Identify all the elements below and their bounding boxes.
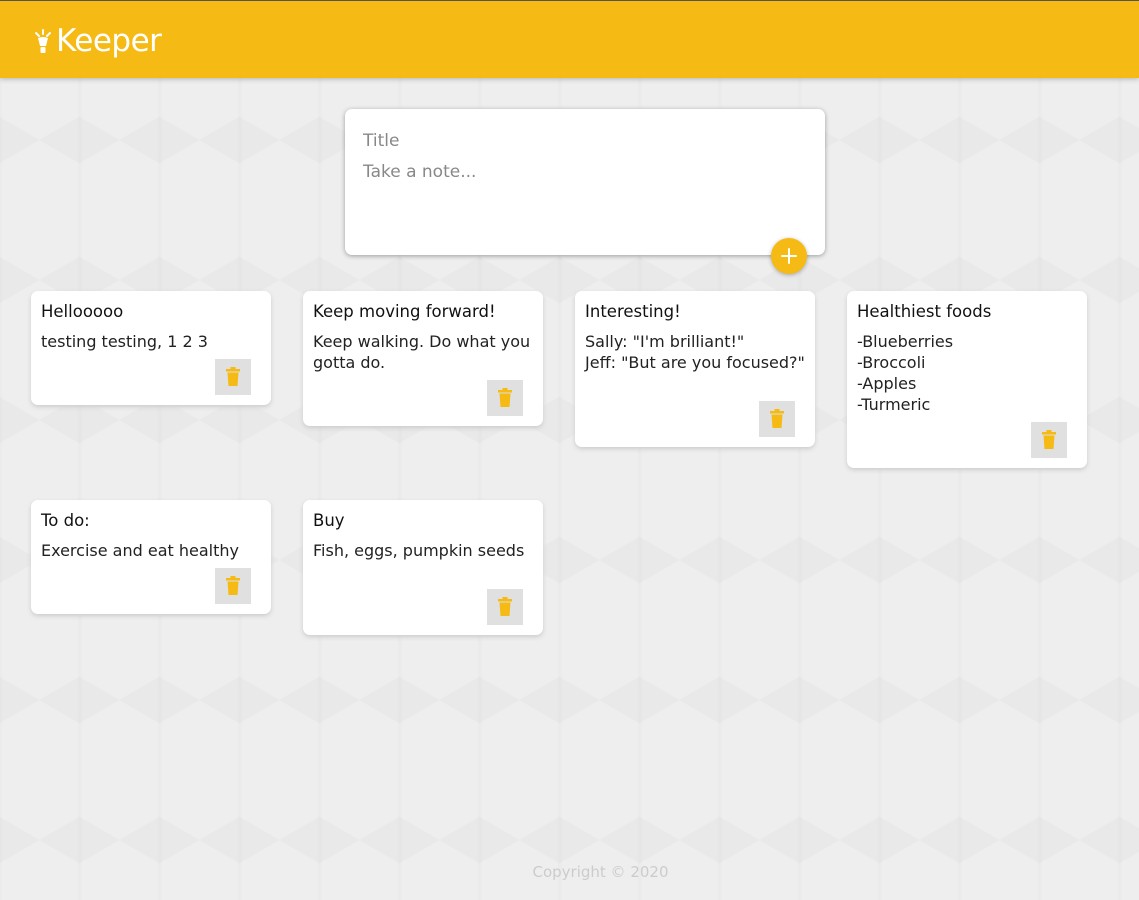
note-content: Exercise and eat healthy <box>41 541 239 560</box>
delete-note-button[interactable] <box>487 589 523 625</box>
delete-note-button[interactable] <box>215 359 251 395</box>
delete-note-button[interactable] <box>487 380 523 416</box>
app-title: Keeper <box>56 23 162 59</box>
trash-icon <box>1042 430 1056 449</box>
trash-icon <box>226 576 240 595</box>
note-title-input[interactable] <box>363 129 803 153</box>
delete-note-button[interactable] <box>759 401 795 437</box>
note-card: Healthiest foods -Blueberries -Broccoli … <box>847 291 1087 468</box>
note-card: Buy Fish, eggs, pumpkin seeds <box>303 500 543 635</box>
note-content: Keep walking. Do what you gotta do. <box>313 332 536 372</box>
delete-note-button[interactable] <box>215 568 251 604</box>
note-card: Hellooooo testing testing, 1 2 3 <box>31 291 271 405</box>
app-brand: Keeper <box>34 23 162 59</box>
note-content: Fish, eggs, pumpkin seeds <box>313 541 525 560</box>
note-content-input[interactable] <box>363 161 803 231</box>
note-title: Keep moving forward! <box>313 302 496 321</box>
note-title: To do: <box>41 511 90 530</box>
app-footer: Copyright © 2020 <box>0 863 1139 881</box>
plus-icon <box>781 248 797 264</box>
create-note-form <box>345 109 825 255</box>
note-content: -Blueberries -Broccoli -Apples -Turmeric <box>857 332 954 414</box>
delete-note-button[interactable] <box>1031 422 1067 458</box>
add-note-button[interactable] <box>771 238 807 274</box>
trash-icon <box>498 388 512 407</box>
copyright-text: Copyright © 2020 <box>532 863 669 881</box>
note-title: Interesting! <box>585 302 681 321</box>
note-title: Hellooooo <box>41 302 124 321</box>
note-content: Sally: "I'm brilliant!" Jeff: "But are y… <box>585 332 805 372</box>
trash-icon <box>770 409 784 428</box>
note-title: Healthiest foods <box>857 302 992 321</box>
note-card: Keep moving forward! Keep walking. Do wh… <box>303 291 543 426</box>
note-title: Buy <box>313 511 345 530</box>
lightbulb-icon <box>35 29 51 53</box>
note-card: Interesting! Sally: "I'm brilliant!" Jef… <box>575 291 815 447</box>
trash-icon <box>498 597 512 616</box>
trash-icon <box>226 367 240 386</box>
note-card: To do: Exercise and eat healthy <box>31 500 271 614</box>
note-content: testing testing, 1 2 3 <box>41 332 208 351</box>
app-header: Keeper <box>0 0 1139 78</box>
